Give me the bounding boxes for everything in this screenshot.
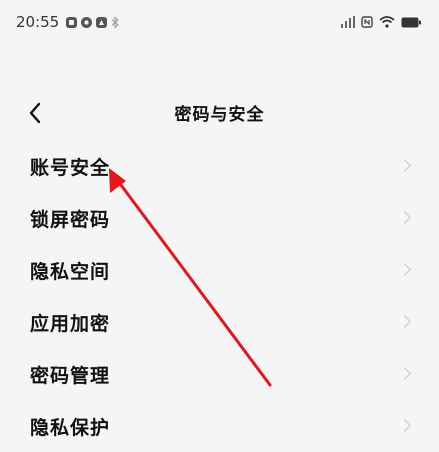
status-bar: 20:55: [0, 0, 439, 44]
menu-item-label: 锁屏密码: [30, 208, 111, 231]
menu-item-label: 密码管理: [30, 364, 111, 387]
nfc-icon: [361, 16, 373, 28]
battery-icon: [401, 17, 421, 27]
menu-item-label: 应用加密: [30, 312, 111, 335]
menu-item-account-security[interactable]: 账号安全: [0, 140, 439, 192]
status-left: 20:55: [16, 13, 120, 31]
app-notification-icon: [81, 16, 93, 28]
chevron-right-icon: [398, 419, 411, 432]
settings-menu-list: 账号安全 锁屏密码 隐私空间 应用加密 密码管理 隐私保护: [0, 140, 439, 452]
chevron-right-icon: [398, 367, 411, 380]
status-icons-left: [65, 15, 120, 29]
menu-item-privacy-space[interactable]: 隐私空间: [0, 244, 439, 296]
back-button[interactable]: [20, 96, 50, 130]
menu-item-label: 隐私空间: [30, 260, 111, 283]
chevron-right-icon: [398, 315, 411, 328]
page-title: 密码与安全: [174, 105, 265, 125]
app-notification-icon: [96, 16, 108, 28]
menu-item-label: 账号安全: [30, 156, 111, 179]
menu-item-label: 隐私保护: [30, 416, 111, 439]
chevron-right-icon: [398, 263, 411, 276]
app-notification-icon: [66, 16, 78, 28]
menu-item-privacy-protection[interactable]: 隐私保护: [0, 400, 439, 452]
back-chevron-icon: [29, 102, 41, 124]
menu-item-app-encryption[interactable]: 应用加密: [0, 296, 439, 348]
wifi-icon: [379, 16, 395, 28]
nav-bar: 密码与安全: [0, 88, 439, 138]
bluetooth-icon: [111, 15, 120, 29]
menu-item-lock-screen-password[interactable]: 锁屏密码: [0, 192, 439, 244]
menu-item-password-manager[interactable]: 密码管理: [0, 348, 439, 400]
signal-bars-icon: [341, 16, 355, 28]
status-time: 20:55: [16, 13, 60, 31]
status-right: [341, 16, 421, 28]
chevron-right-icon: [398, 211, 411, 224]
chevron-right-icon: [398, 159, 411, 172]
